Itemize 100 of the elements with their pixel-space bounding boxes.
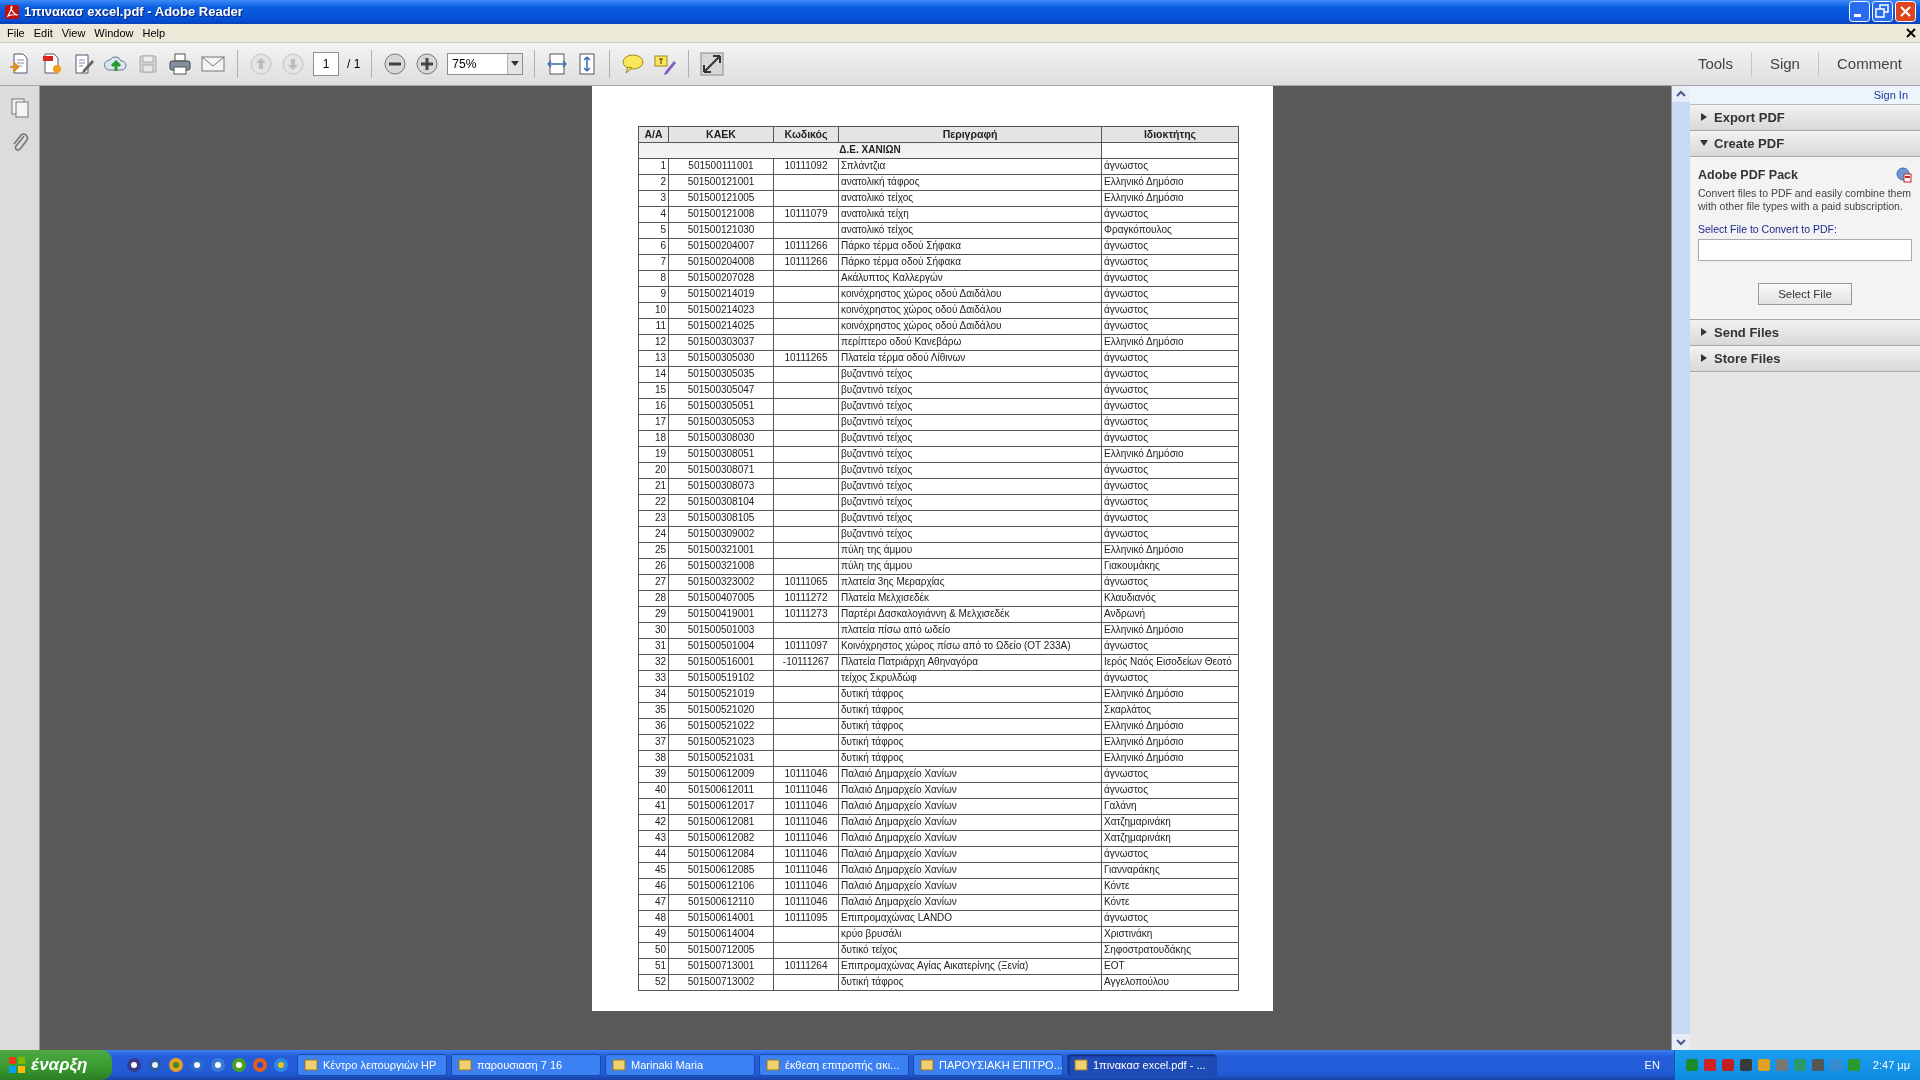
table-cell: 501500308105 <box>668 510 774 527</box>
sign-in-link[interactable]: Sign In <box>1873 88 1908 101</box>
tray-icon[interactable] <box>1720 1058 1735 1072</box>
table-cell: 501500323002 <box>668 574 774 591</box>
table-cell: 501500305035 <box>668 366 774 383</box>
toolbar-tab[interactable]: Comment <box>1826 49 1912 79</box>
toolbar-tab[interactable]: Sign <box>1759 49 1810 79</box>
tray-icon[interactable] <box>1810 1058 1825 1072</box>
table-cell: Παλαιό Δημαρχείο Χανίων <box>838 782 1102 799</box>
table-cell: Ακάλυπτος Καλλεργών <box>838 270 1102 287</box>
speech-bubble-icon[interactable] <box>621 51 646 76</box>
table-cell: 501500303037 <box>668 334 774 351</box>
language-indicator[interactable]: EN <box>1630 1059 1674 1071</box>
table-cell: 501500308071 <box>668 462 774 479</box>
table-cell: πλατεία πίσω από ωδείο <box>838 622 1102 639</box>
table-cell: 10111046 <box>773 878 839 895</box>
table-cell: Παλαιό Δημαρχείο Χανίων <box>838 878 1102 895</box>
section-header[interactable]: Store Files <box>1690 345 1920 372</box>
launcher-icon[interactable] <box>147 1057 163 1073</box>
table-cell: άγνωστος <box>1101 846 1239 863</box>
scrollbar[interactable] <box>1671 85 1690 1050</box>
table-cell: περίπτερο οδού Κανεβάρω <box>838 334 1102 351</box>
menu-item[interactable]: Help <box>139 26 172 39</box>
table-cell: 10111266 <box>773 238 839 255</box>
table-cell: 501500321001 <box>668 542 774 559</box>
table-cell: 501500501003 <box>668 622 774 639</box>
table-cell: 501500521022 <box>668 718 774 735</box>
table-cell: δυτική τάφρος <box>838 734 1102 751</box>
menu-item[interactable]: Edit <box>30 26 59 39</box>
table-cell: 501500305047 <box>668 382 774 399</box>
section-header[interactable]: Export PDF <box>1690 104 1920 131</box>
table-cell: 10111092 <box>773 158 839 175</box>
table-cell: 44 <box>638 846 669 863</box>
table-cell: 41 <box>638 798 669 815</box>
window-icon <box>612 1058 626 1072</box>
taskbar-button[interactable]: Κέντρο λειτουργιών HP <box>297 1054 447 1076</box>
table-cell: 37 <box>638 734 669 751</box>
table-cell: 7 <box>638 254 669 271</box>
select-file-button[interactable]: Select File <box>1758 282 1852 305</box>
window-icon <box>458 1058 472 1072</box>
table-cell: 10111273 <box>773 606 839 623</box>
clock: 2:47 μμ <box>1872 1059 1910 1071</box>
document-badge-icon[interactable] <box>40 51 64 76</box>
paperclip-icon[interactable] <box>10 131 29 152</box>
start-button[interactable]: έναρξη <box>0 1050 112 1080</box>
zoom-dropdown[interactable]: 75% <box>447 52 524 75</box>
zoom-out-icon[interactable] <box>383 51 408 76</box>
taskbar-button[interactable]: ΠΑΡΟΥΣΙΑΚΗ ΕΠΙΤΡΟ... <box>913 1054 1063 1076</box>
menu-item[interactable]: File <box>4 26 31 39</box>
minimize-icon[interactable] <box>1849 1 1870 23</box>
tray-icon[interactable] <box>1738 1058 1753 1072</box>
table-cell: άγνωστος <box>1101 510 1239 527</box>
table-cell: 10111264 <box>773 958 839 975</box>
close-icon[interactable] <box>1906 27 1916 38</box>
table-cell: κοινόχρηστος χώρος οδού Δαιδάλου <box>838 318 1102 335</box>
taskbar-button[interactable]: Marinaki Maria <box>605 1054 755 1076</box>
expand-icon[interactable] <box>700 51 725 76</box>
zoom-in-icon[interactable] <box>415 51 440 76</box>
section-header[interactable]: Send Files <box>1690 319 1920 346</box>
table-cell: 501500308073 <box>668 478 774 495</box>
table-cell: 27 <box>638 574 669 591</box>
page-number-field[interactable]: 1 <box>313 51 339 76</box>
toolbar-tab[interactable]: Tools <box>1687 49 1743 79</box>
print-icon[interactable] <box>168 51 192 76</box>
table-cell: 17 <box>638 414 669 431</box>
table-cell: άγνωστος <box>1101 382 1239 399</box>
table-cell: άγνωστος <box>1101 478 1239 495</box>
globe-document-icon[interactable] <box>1896 166 1912 183</box>
launcher-icon[interactable] <box>126 1057 142 1073</box>
edit-document-icon[interactable] <box>72 51 96 76</box>
table-cell: Πλατεία τέρμα οδού Λίθινων <box>838 350 1102 367</box>
launcher-icon[interactable] <box>210 1057 226 1073</box>
launcher-icon[interactable] <box>231 1057 247 1073</box>
table-cell: 501500308104 <box>668 494 774 511</box>
table-cell: βυζαντινό τείχος <box>838 398 1102 415</box>
table-cell: Χατζημαρινάκη <box>1101 814 1239 831</box>
page-count: / 1 <box>347 56 361 71</box>
menu-item[interactable]: View <box>58 26 92 39</box>
table-cell: άγνωστος <box>1101 670 1239 687</box>
table-cell: 36 <box>638 718 669 735</box>
table-cell: άγνωστος <box>1101 414 1239 431</box>
launcher-icon[interactable] <box>189 1057 205 1073</box>
table-cell: 10111097 <box>773 638 839 655</box>
table-cell: Κοινόχρηστος χώρος πίσω από το Ωδείο (ΟΤ 233Α) <box>838 638 1102 655</box>
table-cell: Ελληνικό Δημόσιο <box>1101 190 1239 207</box>
fit-width-icon[interactable] <box>546 51 569 76</box>
tray-icon[interactable] <box>1702 1058 1717 1072</box>
table-cell: 38 <box>638 750 669 767</box>
restore-icon[interactable] <box>1872 1 1893 23</box>
section-header[interactable]: Create PDF <box>1690 130 1920 157</box>
table-cell: βυζαντινό τείχος <box>838 478 1102 495</box>
table-cell: 50 <box>638 942 669 959</box>
menu-item[interactable]: Window <box>91 26 140 39</box>
taskbar-button[interactable]: παρουσιαση 7 16 <box>451 1054 601 1076</box>
table-cell: Παρτέρι Δασκαλογιάννη & Μελχισεδέκ <box>838 606 1102 623</box>
file-input-field[interactable] <box>1698 238 1912 261</box>
table-cell: Χριστινάκη <box>1101 926 1239 943</box>
pages-icon[interactable] <box>10 97 29 118</box>
taskbar-button[interactable]: 1πινακασ excel.pdf - ... <box>1067 1054 1217 1076</box>
taskbar-button[interactable]: έκθεση επιτροπής ακι... <box>759 1054 909 1076</box>
